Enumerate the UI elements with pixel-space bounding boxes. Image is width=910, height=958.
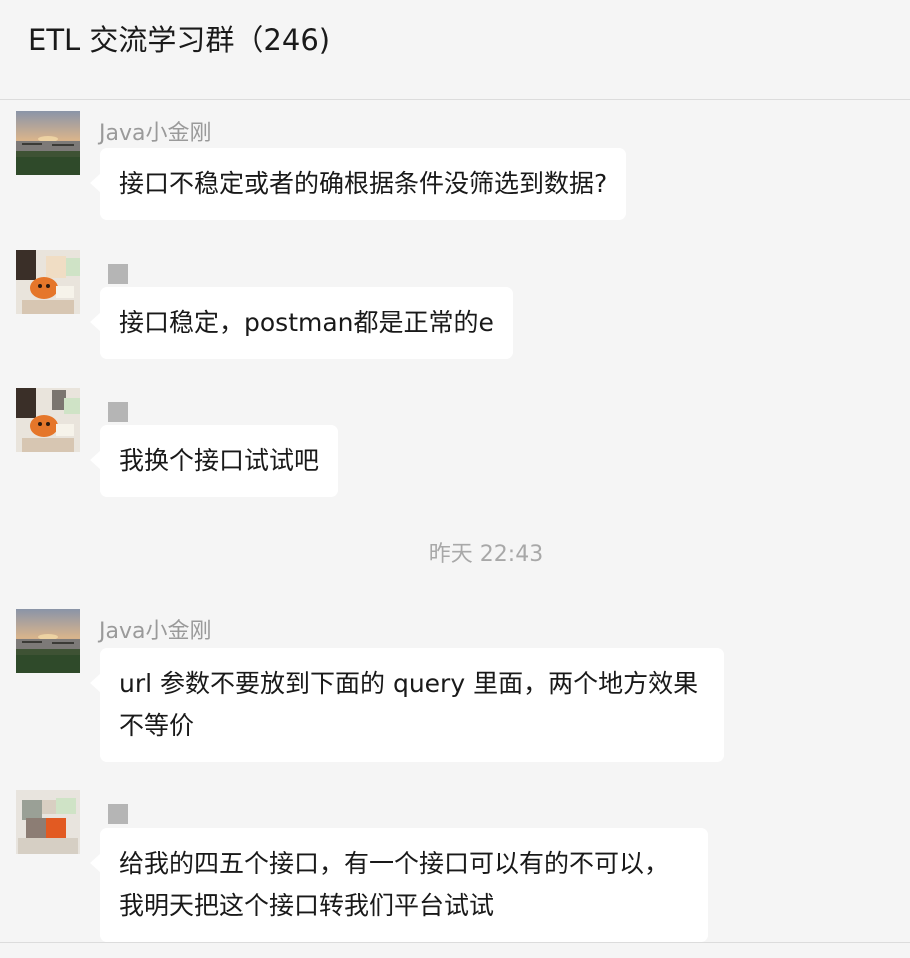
message-list[interactable]: Java小金刚 接口不稳定或者的确根据条件没筛选到数据? 接口稳定，postma…	[0, 101, 910, 942]
blurred-avatar[interactable]	[16, 790, 80, 854]
message-bubble[interactable]: url 参数不要放到下面的 query 里面，两个地方效果不等价	[90, 648, 724, 762]
message-bubble[interactable]: 接口不稳定或者的确根据条件没筛选到数据?	[89, 148, 627, 220]
chat-title[interactable]: ETL 交流学习群（246)	[28, 20, 330, 60]
sender-name-redacted	[108, 804, 128, 824]
message-bubble[interactable]: 我换个接口试试吧	[89, 425, 339, 497]
chat-header: ETL 交流学习群（246)	[0, 0, 910, 100]
input-divider	[0, 942, 910, 943]
sunset-lake-avatar[interactable]	[16, 111, 80, 175]
message-bubble[interactable]: 接口稳定，postman都是正常的e	[90, 287, 513, 359]
cartoon-orange-avatar[interactable]	[16, 250, 80, 314]
cartoon-orange-avatar[interactable]	[16, 388, 80, 452]
sender-name: Java小金刚	[99, 121, 212, 146]
sender-name-redacted	[108, 264, 128, 284]
sender-name-redacted	[108, 402, 128, 422]
sunset-lake-avatar[interactable]	[16, 609, 80, 673]
timestamp: 昨天 22:43	[428, 542, 544, 567]
sender-name: Java小金刚	[99, 619, 212, 644]
message-bubble[interactable]: 给我的四五个接口，有一个接口可以有的不可以，我明天把这个接口转我们平台试试	[90, 828, 708, 942]
